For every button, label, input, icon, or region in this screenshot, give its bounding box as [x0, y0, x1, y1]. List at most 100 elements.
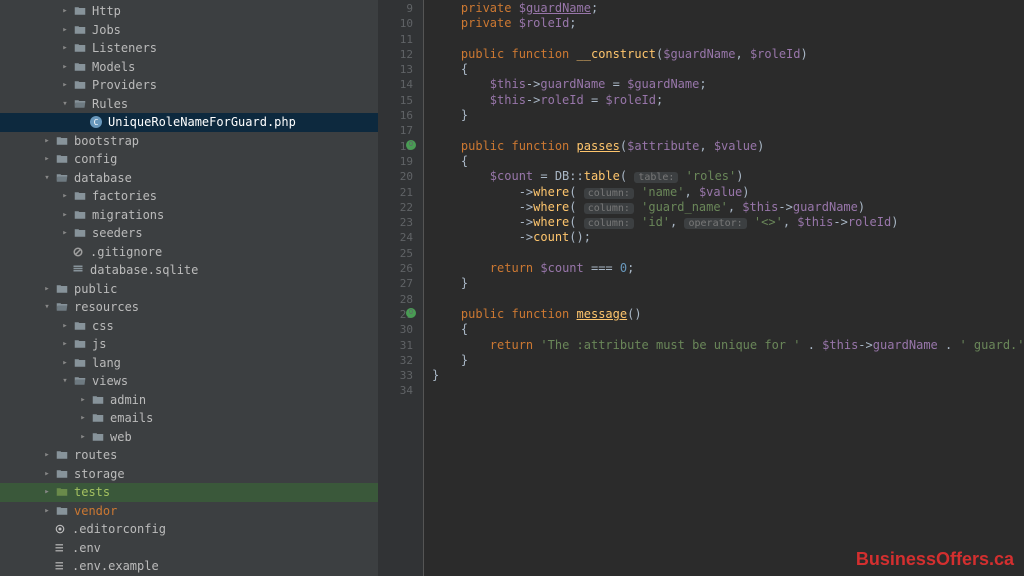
tree-item-emails[interactable]: ▸emails: [0, 409, 378, 428]
tree-item-tests[interactable]: ▸tests: [0, 483, 378, 502]
code-line[interactable]: public function message(): [432, 307, 1024, 322]
code-area[interactable]: private $guardName; private $roleId; pub…: [424, 0, 1024, 576]
line-number: 25: [378, 246, 413, 261]
chevron-right-icon[interactable]: ▸: [60, 210, 70, 220]
tree-item-seeders[interactable]: ▸seeders: [0, 224, 378, 243]
code-line[interactable]: ->where( column: 'guard_name', $this->gu…: [432, 200, 1024, 215]
chevron-right-icon[interactable]: ▸: [42, 154, 52, 164]
project-tree[interactable]: ▸Http▸Jobs▸Listeners▸Models▸Providers▾Ru…: [0, 0, 378, 576]
chevron-right-icon[interactable]: ▸: [60, 339, 70, 349]
code-line[interactable]: $this->guardName = $guardName;: [432, 77, 1024, 92]
code-line[interactable]: [432, 383, 1024, 398]
tree-item--env-example[interactable]: .env.example: [0, 557, 378, 576]
tree-item-web[interactable]: ▸ web: [0, 428, 378, 447]
chevron-right-icon[interactable]: ▸: [78, 413, 88, 423]
chevron-down-icon[interactable]: ▾: [42, 173, 52, 183]
code-line[interactable]: }: [432, 368, 1024, 383]
tree-item-migrations[interactable]: ▸migrations: [0, 206, 378, 225]
tree-item-factories[interactable]: ▸factories: [0, 187, 378, 206]
tree-item-uniquerolenameforguard-php[interactable]: CUniqueRoleNameForGuard.php: [0, 113, 378, 132]
code-line[interactable]: return 'The :attribute must be unique fo…: [432, 338, 1024, 353]
code-line[interactable]: $this->roleId = $roleId;: [432, 93, 1024, 108]
tree-item-rules[interactable]: ▾Rules: [0, 95, 378, 114]
code-line[interactable]: {: [432, 62, 1024, 77]
php-icon: C: [88, 116, 104, 128]
code-line[interactable]: ->where( column: 'id', operator: '<>', $…: [432, 215, 1024, 230]
chevron-right-icon[interactable]: ▸: [60, 43, 70, 53]
folder-open-icon: [54, 172, 70, 184]
tree-label: config: [74, 152, 117, 166]
code-line[interactable]: [432, 246, 1024, 261]
tree-item--gitignore[interactable]: .gitignore: [0, 243, 378, 262]
override-icon[interactable]: O: [406, 308, 416, 318]
tree-label: Providers: [92, 78, 157, 92]
chevron-right-icon[interactable]: ▸: [60, 228, 70, 238]
code-line[interactable]: [432, 123, 1024, 138]
code-line[interactable]: }: [432, 353, 1024, 368]
env-icon: [52, 560, 68, 572]
tree-item--editorconfig[interactable]: .editorconfig: [0, 520, 378, 539]
chevron-down-icon[interactable]: ▾: [60, 376, 70, 386]
tree-item-providers[interactable]: ▸ Providers: [0, 76, 378, 95]
tree-item-listeners[interactable]: ▸Listeners: [0, 39, 378, 58]
code-line[interactable]: public function passes($attribute, $valu…: [432, 139, 1024, 154]
code-line[interactable]: private $roleId;: [432, 16, 1024, 31]
tree-item-lang[interactable]: ▸lang: [0, 354, 378, 373]
code-line[interactable]: {: [432, 154, 1024, 169]
tree-item--env[interactable]: .env: [0, 539, 378, 558]
chevron-down-icon[interactable]: ▾: [42, 302, 52, 312]
code-line[interactable]: return $count === 0;: [432, 261, 1024, 276]
code-editor[interactable]: 9101112131415161718O19202122232425262728…: [378, 0, 1024, 576]
tree-item-resources[interactable]: ▾resources: [0, 298, 378, 317]
chevron-right-icon[interactable]: ▸: [42, 487, 52, 497]
folder-icon: [72, 61, 88, 73]
tree-item-routes[interactable]: ▸routes: [0, 446, 378, 465]
tree-label: .gitignore: [90, 245, 162, 259]
code-line[interactable]: }: [432, 276, 1024, 291]
tree-item-vendor[interactable]: ▸vendor: [0, 502, 378, 521]
tree-item-storage[interactable]: ▸storage: [0, 465, 378, 484]
code-line[interactable]: private $guardName;: [432, 1, 1024, 16]
chevron-right-icon[interactable]: ▸: [60, 80, 70, 90]
tree-item-views[interactable]: ▾views: [0, 372, 378, 391]
chevron-right-icon[interactable]: ▸: [42, 450, 52, 460]
tree-item-database-sqlite[interactable]: database.sqlite: [0, 261, 378, 280]
chevron-down-icon[interactable]: ▾: [60, 99, 70, 109]
folder-icon: [72, 24, 88, 36]
chevron-right-icon[interactable]: ▸: [78, 432, 88, 442]
tree-item-models[interactable]: ▸Models: [0, 58, 378, 77]
chevron-right-icon[interactable]: ▸: [60, 321, 70, 331]
code-line[interactable]: [432, 292, 1024, 307]
override-icon[interactable]: O: [406, 140, 416, 150]
tree-item-admin[interactable]: ▸admin: [0, 391, 378, 410]
tree-item-js[interactable]: ▸js: [0, 335, 378, 354]
chevron-right-icon[interactable]: ▸: [60, 6, 70, 16]
chevron-right-icon[interactable]: ▸: [60, 62, 70, 72]
chevron-right-icon[interactable]: ▸: [78, 395, 88, 405]
chevron-right-icon[interactable]: ▸: [60, 191, 70, 201]
tree-item-jobs[interactable]: ▸Jobs: [0, 21, 378, 40]
code-line[interactable]: {: [432, 322, 1024, 337]
code-line[interactable]: ->where( column: 'name', $value): [432, 185, 1024, 200]
code-line[interactable]: [432, 32, 1024, 47]
tree-item-http[interactable]: ▸Http: [0, 2, 378, 21]
line-number: 30: [378, 322, 413, 337]
chevron-right-icon[interactable]: ▸: [42, 136, 52, 146]
line-number: 13: [378, 62, 413, 77]
chevron-right-icon[interactable]: ▸: [42, 469, 52, 479]
tree-item-css[interactable]: ▸css: [0, 317, 378, 336]
code-line[interactable]: }: [432, 108, 1024, 123]
line-number: 33: [378, 368, 413, 383]
code-line[interactable]: $count = DB::table( table: 'roles'): [432, 169, 1024, 184]
chevron-right-icon[interactable]: ▸: [60, 358, 70, 368]
tree-item-database[interactable]: ▾database: [0, 169, 378, 188]
tree-label: web: [110, 430, 132, 444]
tree-item-config[interactable]: ▸ config: [0, 150, 378, 169]
tree-item-bootstrap[interactable]: ▸bootstrap: [0, 132, 378, 151]
code-line[interactable]: ->count();: [432, 230, 1024, 245]
code-line[interactable]: public function __construct($guardName, …: [432, 47, 1024, 62]
chevron-right-icon[interactable]: ▸: [42, 284, 52, 294]
tree-item-public[interactable]: ▸public: [0, 280, 378, 299]
chevron-right-icon[interactable]: ▸: [60, 25, 70, 35]
chevron-right-icon[interactable]: ▸: [42, 506, 52, 516]
